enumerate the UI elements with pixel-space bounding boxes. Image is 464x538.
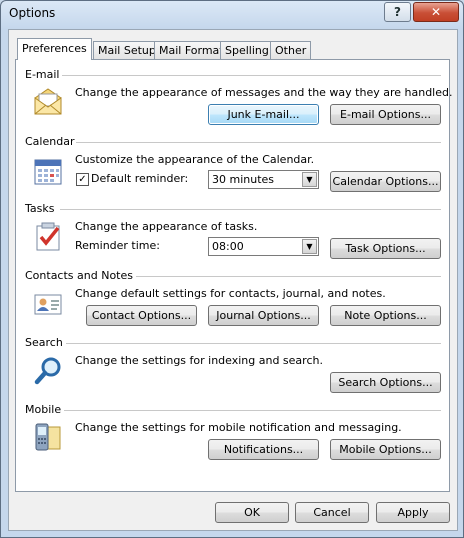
reminder-time-label: Reminder time: (75, 239, 160, 252)
default-reminder-label: Default reminder: (91, 172, 189, 185)
calendar-section-title: Calendar (25, 135, 75, 148)
options-dialog: Options ? ✕ Preferences Mail Setup Mail … (0, 0, 464, 538)
section-divider (136, 276, 441, 277)
journal-options-button[interactable]: Journal Options... (208, 305, 319, 326)
task-icon (36, 222, 60, 251)
preferences-panel: E-mail Change the appearance of messages… (15, 59, 453, 492)
close-icon: ✕ (430, 5, 442, 19)
search-options-button[interactable]: Search Options... (330, 372, 441, 393)
default-reminder-value: 30 minutes (212, 173, 275, 186)
email-section-title: E-mail (25, 68, 60, 81)
window-title: Options (9, 6, 56, 20)
contacts-section-title: Contacts and Notes (25, 269, 133, 282)
cancel-button[interactable]: Cancel (295, 502, 369, 523)
calendar-description: Customize the appearance of the Calendar… (75, 153, 315, 166)
default-reminder-checkbox[interactable]: ✓ (76, 173, 89, 186)
search-section-title: Search (25, 336, 63, 349)
tab-preferences[interactable]: Preferences (17, 38, 92, 60)
contacts-description: Change default settings for contacts, jo… (75, 287, 386, 300)
chevron-down-icon[interactable]: ▼ (302, 172, 317, 187)
section-divider (76, 142, 441, 143)
envelope-icon (34, 88, 62, 115)
default-reminder-select[interactable]: 30 minutes ▼ (208, 170, 319, 189)
contact-options-button[interactable]: Contact Options... (86, 305, 197, 326)
tab-other[interactable]: Other (270, 41, 312, 59)
chevron-down-icon[interactable]: ▼ (302, 239, 317, 254)
tasks-section-title: Tasks (25, 202, 55, 215)
email-options-button[interactable]: E-mail Options... (330, 104, 441, 125)
mobile-description: Change the settings for mobile notificat… (75, 421, 402, 434)
section-divider (66, 343, 441, 344)
junk-email-button[interactable]: Junk E-mail... (208, 104, 319, 125)
section-divider (60, 209, 441, 210)
mobile-options-button[interactable]: Mobile Options... (330, 439, 441, 460)
calendar-options-button[interactable]: Calendar Options... (330, 171, 441, 192)
help-button[interactable]: ? (384, 2, 411, 22)
calendar-icon (34, 159, 62, 185)
contact-card-icon (34, 294, 62, 315)
email-description: Change the appearance of messages and th… (75, 86, 453, 99)
close-button[interactable]: ✕ (413, 2, 459, 22)
apply-button[interactable]: Apply (376, 502, 450, 523)
mobile-section-title: Mobile (25, 403, 62, 416)
tab-mail-setup[interactable]: Mail Setup (93, 41, 161, 59)
tab-mail-format[interactable]: Mail Format (154, 41, 229, 59)
reminder-time-value: 08:00 (212, 240, 244, 253)
task-options-button[interactable]: Task Options... (330, 238, 441, 259)
tasks-description: Change the appearance of tasks. (75, 220, 258, 233)
title-bar[interactable]: Options ? ✕ (1, 1, 463, 27)
tab-spelling[interactable]: Spelling (220, 41, 274, 59)
note-options-button[interactable]: Note Options... (330, 305, 441, 326)
magnifier-icon (34, 357, 61, 385)
search-description: Change the settings for indexing and sea… (75, 354, 323, 367)
section-divider (62, 75, 441, 76)
dialog-body: Preferences Mail Setup Mail Format Spell… (8, 29, 458, 531)
notifications-button[interactable]: Notifications... (208, 439, 319, 460)
help-icon: ? (394, 5, 401, 19)
reminder-time-select[interactable]: 08:00 ▼ (208, 237, 319, 256)
ok-button[interactable]: OK (215, 502, 289, 523)
mobile-phone-icon (35, 423, 61, 451)
section-divider (64, 410, 441, 411)
